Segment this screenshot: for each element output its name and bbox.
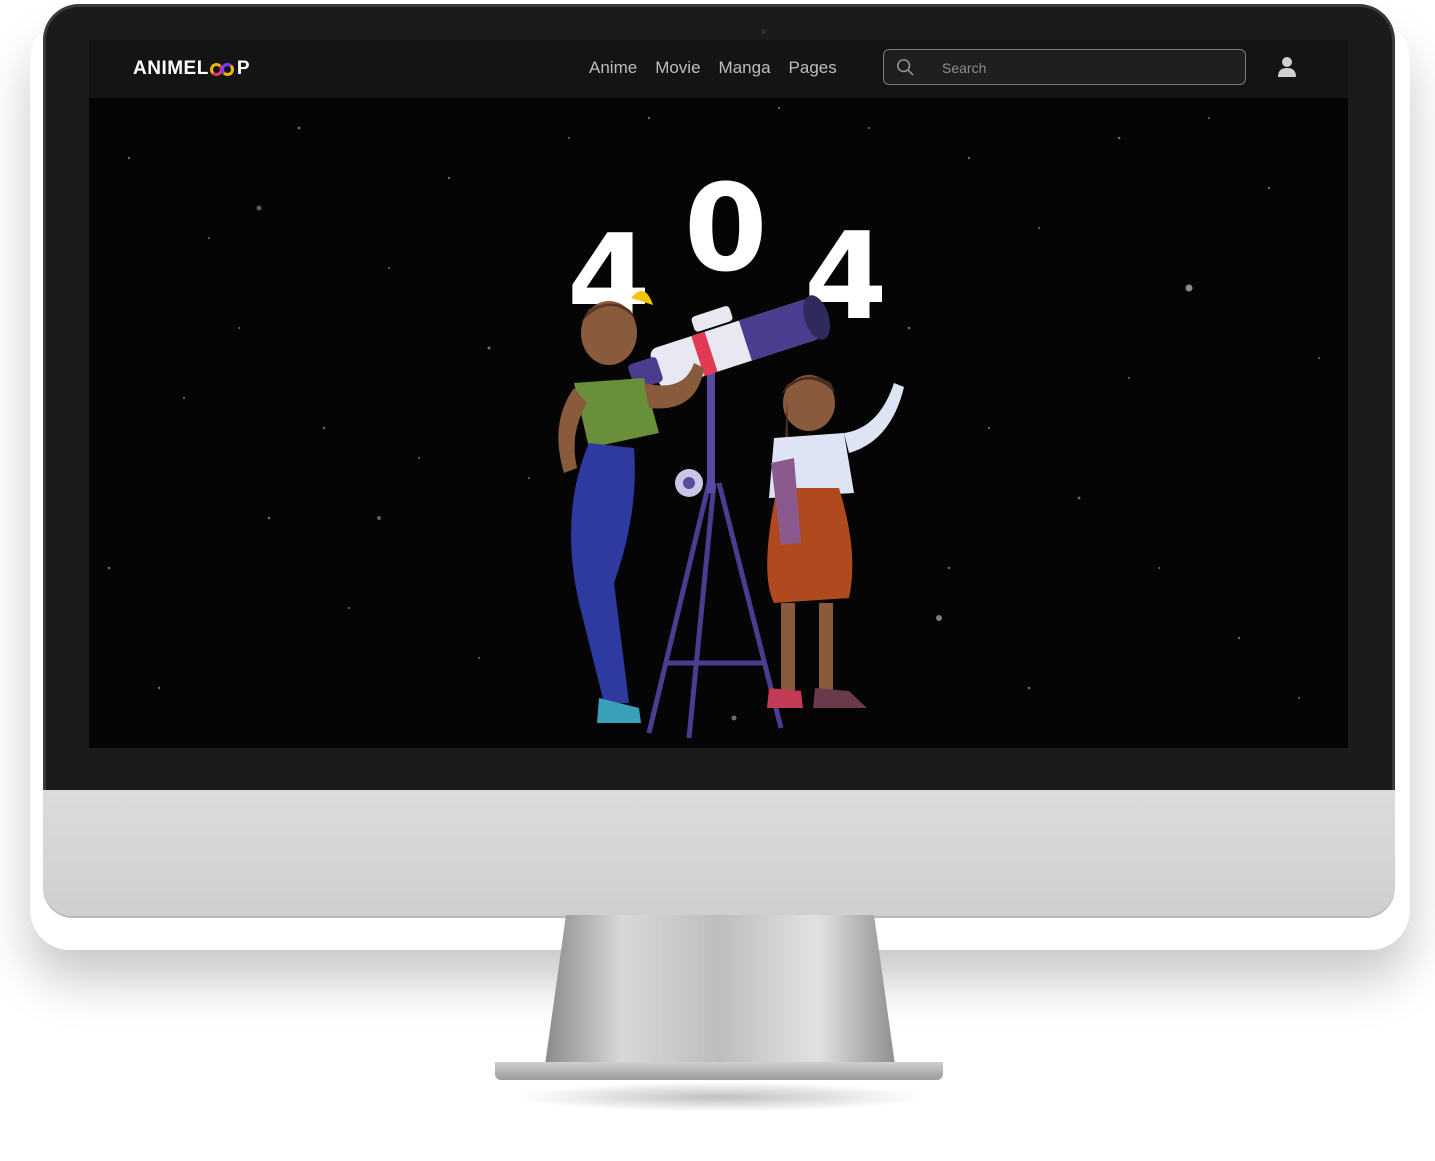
logo-text-end: P <box>236 58 251 79</box>
logo-text: ANIMEL <box>133 58 209 79</box>
search-box[interactable] <box>883 49 1246 85</box>
nav-link-manga[interactable]: Manga <box>719 58 771 78</box>
navbar: ANIMEL P Anime Movie Manga Pages <box>89 40 1348 98</box>
nav-link-anime[interactable]: Anime <box>589 58 637 78</box>
error-hero: 4 0 4 <box>89 98 1348 748</box>
search-icon[interactable] <box>896 58 914 76</box>
nav-link-pages[interactable]: Pages <box>789 58 837 78</box>
search-input[interactable] <box>942 58 1232 78</box>
monitor-stand-foot <box>495 1062 943 1080</box>
stand-shadow <box>515 1082 925 1112</box>
monitor-chin <box>43 790 1395 916</box>
logo[interactable]: ANIMEL P <box>133 58 250 80</box>
nav-links: Anime Movie Manga Pages <box>589 58 837 78</box>
stargazing-illustration <box>558 290 904 739</box>
monitor-stand <box>545 915 895 1065</box>
screen: ANIMEL P Anime Movie Manga Pages Search … <box>89 40 1348 748</box>
nav-link-movie[interactable]: Movie <box>655 58 700 78</box>
monitor-mockup: ANIMEL P Anime Movie Manga Pages Search … <box>0 0 1435 1161</box>
logo-loop-icon <box>209 62 236 76</box>
user-icon[interactable] <box>1277 56 1297 78</box>
camera-icon <box>761 29 766 34</box>
error-digit: 0 <box>684 160 768 299</box>
